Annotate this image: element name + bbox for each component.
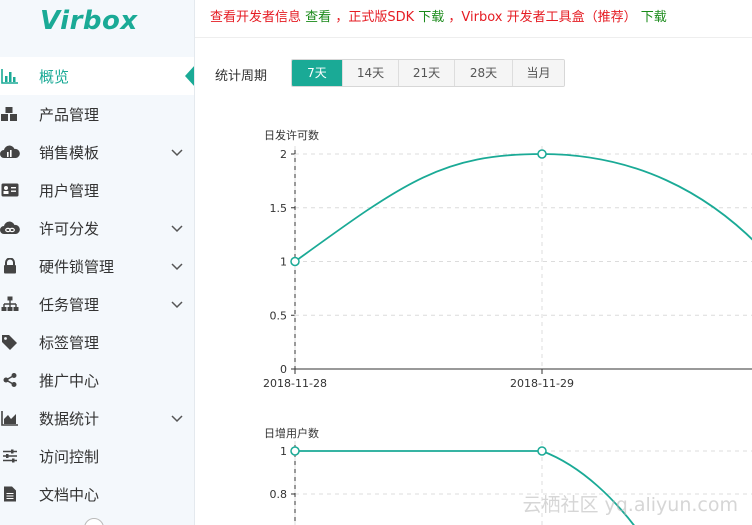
y-tick-label: 2 <box>280 148 287 161</box>
sidebar-item-data-statistics[interactable]: 数据统计 <box>0 399 194 437</box>
cubes-icon <box>0 104 20 124</box>
chevron-down-icon <box>171 221 183 237</box>
y-tick-label: 0.8 <box>270 488 288 501</box>
view-developer-info-link[interactable]: 查看 <box>305 10 331 25</box>
period-option-month[interactable]: 当月 <box>512 60 564 86</box>
sidebar-item-overview[interactable]: 概览 <box>0 57 194 95</box>
period-option-21d[interactable]: 21天 <box>398 60 454 86</box>
period-option-7d[interactable]: 7天 <box>292 60 342 86</box>
toolbox-text: ，Virbox 开发者工具盒（推荐） <box>448 10 637 25</box>
sdk-download-link[interactable]: 下载 <box>418 10 444 25</box>
lock-icon <box>0 256 20 276</box>
sidebar-item-label: 标签管理 <box>39 333 100 352</box>
document-icon <box>0 484 20 504</box>
y-tick-label: 1.5 <box>270 202 288 215</box>
period-option-14d[interactable]: 14天 <box>342 60 398 86</box>
sidebar-item-label: 许可分发 <box>39 219 100 238</box>
y-tick-label: 1 <box>280 445 287 458</box>
sidebar-item-label: 访问控制 <box>39 447 100 466</box>
sidebar-item-promotion-center[interactable]: 推广中心 <box>0 361 194 399</box>
sidebar-item-label: 文档中心 <box>39 485 100 504</box>
sidebar-item-license-distribution[interactable]: 许可分发 <box>0 209 194 247</box>
period-option-28d[interactable]: 28天 <box>454 60 512 86</box>
tags-icon <box>0 332 20 352</box>
sidebar-item-label: 数据统计 <box>39 409 100 428</box>
watermark: 云栖社区 yq.aliyun.com <box>522 494 738 516</box>
area-chart-icon <box>0 408 20 428</box>
y-tick-label: 1 <box>280 256 287 269</box>
chevron-down-icon <box>171 259 183 275</box>
sidebar-item-tag-management[interactable]: 标签管理 <box>0 323 194 361</box>
y-tick-label: 0.5 <box>270 309 288 322</box>
chevron-down-icon <box>171 297 183 313</box>
sidebar-item-documentation-center[interactable]: 文档中心 <box>0 475 194 513</box>
x-tick-label: 2018-11-29 <box>510 377 574 390</box>
period-selector: 7天 14天 21天 28天 当月 <box>291 59 565 87</box>
cloud-upload-icon <box>0 142 20 162</box>
sidebar-item-label: 硬件锁管理 <box>39 257 115 276</box>
sitemap-icon <box>0 294 20 314</box>
id-card-icon <box>0 180 20 200</box>
period-label: 统计周期 <box>215 69 268 84</box>
y-tick-label: 0 <box>280 363 287 376</box>
sidebar-item-label: 概览 <box>39 67 70 86</box>
sliders-icon <box>0 446 20 466</box>
sidebar-item-users[interactable]: 用户管理 <box>0 171 194 209</box>
sidebar-item-label: 销售模板 <box>39 143 100 162</box>
virbox-logo[interactable]: Virbox <box>40 6 138 36</box>
sidebar-item-label: 用户管理 <box>39 181 100 200</box>
share-icon <box>0 370 20 390</box>
sidebar-item-products[interactable]: 产品管理 <box>0 95 194 133</box>
top-notice-bar: 查看开发者信息 查看 ，正式版SDK 下载 ，Virbox 开发者工具盒（推荐）… <box>195 0 752 38</box>
sidebar-item-label: 推广中心 <box>39 371 100 390</box>
cloud-link-icon <box>0 218 20 238</box>
sdk-text: ，正式版SDK <box>335 10 415 25</box>
sidebar-menu: 概览 产品管理 销售模板 用户管理 许可分发 硬件锁管理 任务管理 标签管理 推… <box>0 57 194 513</box>
sidebar-item-access-control[interactable]: 访问控制 <box>0 437 194 475</box>
toolbox-download-link[interactable]: 下载 <box>641 10 667 25</box>
bar-chart-icon <box>0 66 20 86</box>
x-tick-label: 2018-11-28 <box>263 377 327 390</box>
sidebar-collapse-toggle[interactable] <box>84 518 104 525</box>
daily-licenses-chart: 0 0.5 1 1.5 2 2018-11-28 2018-11-29 <box>263 146 752 390</box>
sidebar-item-task-management[interactable]: 任务管理 <box>0 285 194 323</box>
data-point <box>537 446 547 456</box>
data-point <box>290 256 300 267</box>
data-point <box>537 149 547 159</box>
series-line <box>294 153 752 263</box>
sidebar-item-label: 产品管理 <box>39 105 100 124</box>
data-point <box>290 446 300 456</box>
developer-info-text: 查看开发者信息 <box>210 10 302 25</box>
sidebar-item-dongle-management[interactable]: 硬件锁管理 <box>0 247 194 285</box>
sidebar-item-label: 任务管理 <box>39 295 100 314</box>
chevron-down-icon <box>171 411 183 427</box>
chevron-down-icon <box>171 145 183 161</box>
sidebar-item-sales-templates[interactable]: 销售模板 <box>0 133 194 171</box>
sidebar: Virbox 概览 产品管理 销售模板 用户管理 许可分发 硬件锁管理 任务管理… <box>0 0 195 525</box>
